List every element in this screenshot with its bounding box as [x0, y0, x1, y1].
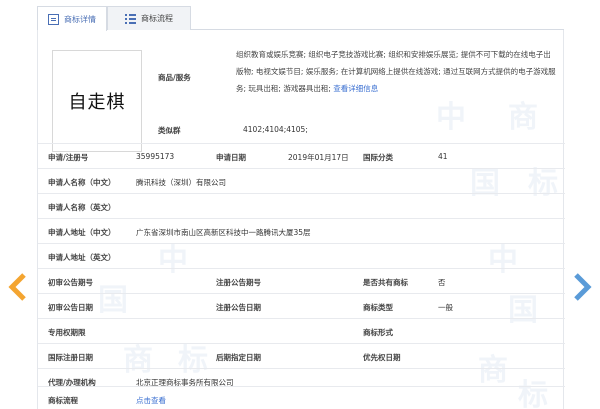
tm-type-value: 一般: [438, 303, 453, 312]
tm-form-label: 商标形式: [363, 328, 393, 337]
tab-label: 商标流程: [141, 14, 173, 23]
row-prelim-no: 初审公告期号 注册公告期号 是否共有商标 否: [38, 268, 565, 293]
address-en-label: 申请人地址（英文）: [48, 253, 116, 262]
watermark-char: 商: [508, 100, 538, 135]
row-applicant-cn: 申请人名称（中文） 腾讯科技（深圳）有限公司: [38, 168, 565, 193]
goods-services-value: 组织教育或娱乐竞赛; 组织电子竞技游戏比赛; 组织和安排娱乐展览; 提供不可下载…: [236, 50, 556, 93]
row-prelim-date: 初审公告日期 注册公告日期 商标类型 一般: [38, 293, 565, 318]
tm-type-label: 商标类型: [363, 303, 393, 312]
goods-services-label: 商品/服务: [158, 73, 191, 82]
trademark-logo-text: 自走棋: [68, 92, 126, 113]
applicant-cn-value: 腾讯科技（深圳）有限公司: [136, 178, 226, 187]
reg-pub-no-label: 注册公告期号: [216, 278, 261, 287]
trademark-image: 自走棋: [52, 50, 142, 152]
watermark-char: 中: [436, 100, 466, 135]
intl-class-value: 41: [438, 152, 448, 161]
tab-bar: 商标详情 商标流程: [37, 6, 564, 31]
view-process-link[interactable]: 点击查看: [136, 395, 166, 406]
address-cn-value: 广东省深圳市南山区高新区科技中一路腾讯大厦35层: [136, 228, 311, 237]
similar-group-label: 类似群: [158, 126, 181, 135]
prelim-date-label: 初审公告日期: [48, 303, 93, 312]
prelim-no-label: 初审公告期号: [48, 278, 93, 287]
reg-pub-date-label: 注册公告日期: [216, 303, 261, 312]
app-date-value: 2019年01月17日: [288, 153, 349, 162]
chevron-right-icon: [574, 273, 592, 301]
list-icon: [125, 13, 136, 24]
later-date-label: 后期指定日期: [216, 353, 261, 362]
app-date-label: 申请日期: [216, 153, 246, 162]
address-cn-label: 申请人地址（中文）: [48, 228, 116, 237]
intl-class-label: 国际分类: [363, 153, 393, 162]
view-detail-link[interactable]: 查看详细信息: [333, 84, 378, 93]
detail-icon: [48, 13, 59, 25]
shared-value: 否: [438, 278, 446, 287]
row-applicant-en: 申请人名称（英文）: [38, 193, 565, 218]
tab-trademark-detail[interactable]: 商标详情: [37, 6, 107, 31]
row-intl-reg-date: 国际注册日期 后期指定日期 优先权日期: [38, 343, 565, 368]
next-arrow-button[interactable]: [569, 268, 595, 306]
goods-services-text: 组织教育或娱乐竞赛; 组织电子竞技游戏比赛; 组织和安排娱乐展览; 提供不可下载…: [236, 46, 556, 97]
row-address-en: 申请人地址（英文）: [38, 243, 565, 268]
process-label: 商标流程: [48, 396, 78, 405]
row-process: 商标流程 点击查看: [38, 386, 565, 409]
row-exclusive: 专用权期限 商标形式: [38, 318, 565, 343]
exclusive-label: 专用权期限: [48, 328, 86, 337]
applicant-en-label: 申请人名称（英文）: [48, 203, 116, 212]
row-reg-no: 申请/注册号 35995173 申请日期 2019年01月17日 国际分类 41: [38, 143, 565, 168]
shared-label: 是否共有商标: [363, 278, 408, 287]
similar-group-value: 4102;4104;4105;: [243, 125, 308, 134]
reg-no-value: 35995173: [136, 152, 175, 161]
detail-panel: 中 国 商 标 中 国 商 标 中 国 商 标 自走棋 商品/服务 组织教育或娱…: [37, 30, 565, 409]
priority-label: 优先权日期: [363, 353, 401, 362]
chevron-left-icon: [8, 273, 26, 301]
reg-no-label: 申请/注册号: [48, 153, 89, 162]
intl-reg-date-label: 国际注册日期: [48, 353, 93, 362]
row-address-cn: 申请人地址（中文） 广东省深圳市南山区高新区科技中一路腾讯大厦35层: [38, 218, 565, 243]
applicant-cn-label: 申请人名称（中文）: [48, 178, 116, 187]
tab-label: 商标详情: [64, 14, 96, 24]
prev-arrow-button[interactable]: [5, 268, 31, 306]
tab-trademark-process[interactable]: 商标流程: [107, 6, 191, 30]
